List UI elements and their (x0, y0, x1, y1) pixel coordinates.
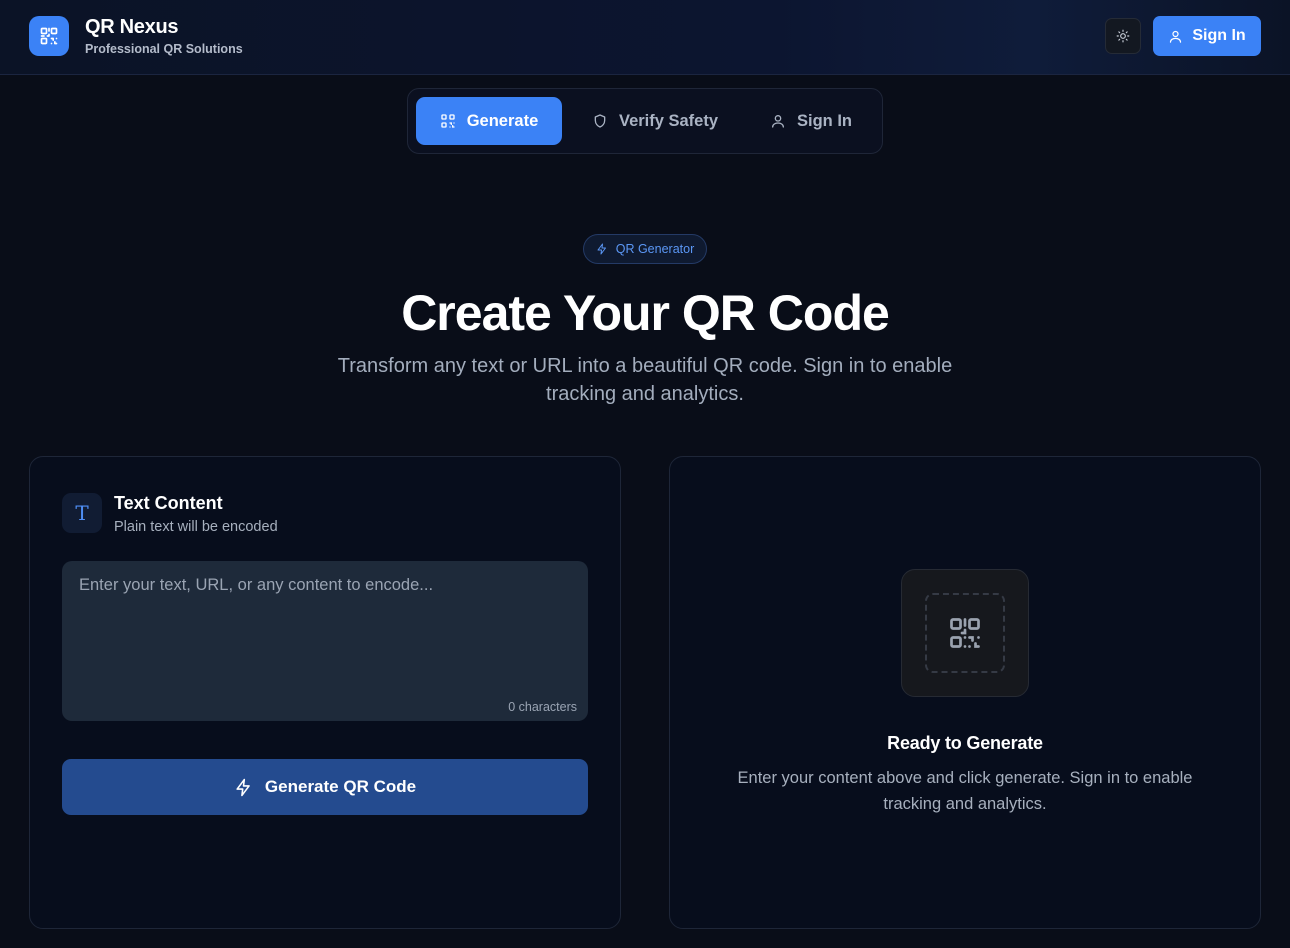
qr-code-icon (441, 114, 455, 128)
tab-sign-in[interactable]: Sign In (748, 97, 874, 145)
tab-label: Verify Safety (618, 111, 719, 130)
brand-title: QR Nexus (85, 16, 179, 38)
card-title: Text Content (114, 493, 223, 513)
tab-generate[interactable]: Generate (416, 97, 562, 145)
tab-label: Sign In (797, 111, 852, 130)
brand-subtitle: Professional QR Solutions (85, 42, 243, 56)
character-count: 0 characters (508, 700, 577, 714)
tab-label: Generate (466, 111, 539, 130)
page-title: Create Your QR Code (401, 285, 890, 341)
tab-verify-safety[interactable]: Verify Safety (574, 97, 736, 145)
sun-icon (1116, 29, 1130, 43)
lightning-icon (597, 243, 606, 255)
qr-preview-card: Ready to Generate Enter your content abo… (669, 456, 1261, 929)
qr-placeholder (901, 569, 1029, 697)
logo[interactable] (29, 16, 69, 56)
user-icon (772, 115, 784, 128)
text-type-icon: T (62, 493, 102, 533)
main-tabs: Generate Verify Safety Sign In (407, 88, 883, 154)
header-sign-in-button[interactable]: Sign In (1153, 16, 1261, 56)
qr-generator-badge: QR Generator (583, 234, 707, 264)
text-content-card: T Text Content Plain text will be encode… (29, 456, 621, 929)
badge-label: QR Generator (615, 242, 695, 256)
user-icon (1170, 30, 1182, 43)
card-subtitle: Plain text will be encoded (114, 519, 278, 535)
qr-placeholder-frame (925, 593, 1005, 673)
content-input[interactable] (62, 561, 588, 721)
theme-toggle-button[interactable] (1105, 18, 1141, 54)
generate-label: Generate QR Code (264, 777, 417, 796)
preview-subtitle: Enter your content above and click gener… (737, 769, 1193, 813)
lightning-icon (236, 778, 250, 796)
qr-code-icon (40, 27, 58, 45)
shield-icon (594, 114, 606, 128)
sign-in-label: Sign In (1192, 27, 1246, 44)
qr-code-icon (950, 618, 980, 648)
page-subtitle: Transform any text or URL into a beautif… (337, 355, 953, 405)
preview-title: Ready to Generate (887, 733, 1043, 753)
app-header: QR Nexus Professional QR Solutions Sign … (0, 0, 1290, 75)
generate-qr-button[interactable]: Generate QR Code (62, 759, 588, 815)
